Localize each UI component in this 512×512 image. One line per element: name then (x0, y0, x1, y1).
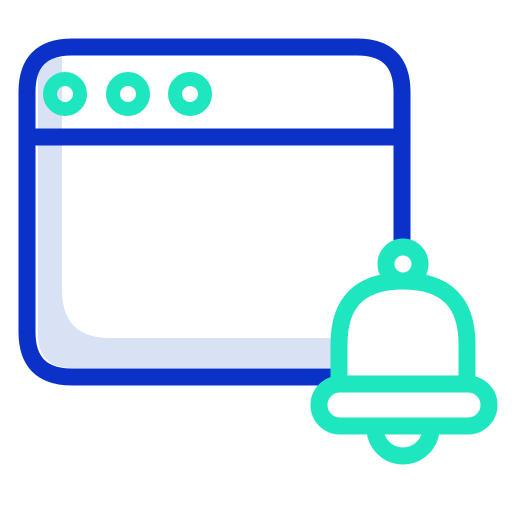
bell-body (330, 272, 476, 393)
bell-rim (310, 375, 498, 435)
window-control-dots (43, 72, 212, 116)
bell-icon (310, 238, 498, 465)
window-dot-1 (43, 72, 87, 116)
icon-canvas (0, 0, 512, 512)
window-dot-2 (106, 72, 150, 116)
browser-notification-icon (18, 38, 498, 465)
window-dot-3 (168, 72, 212, 116)
